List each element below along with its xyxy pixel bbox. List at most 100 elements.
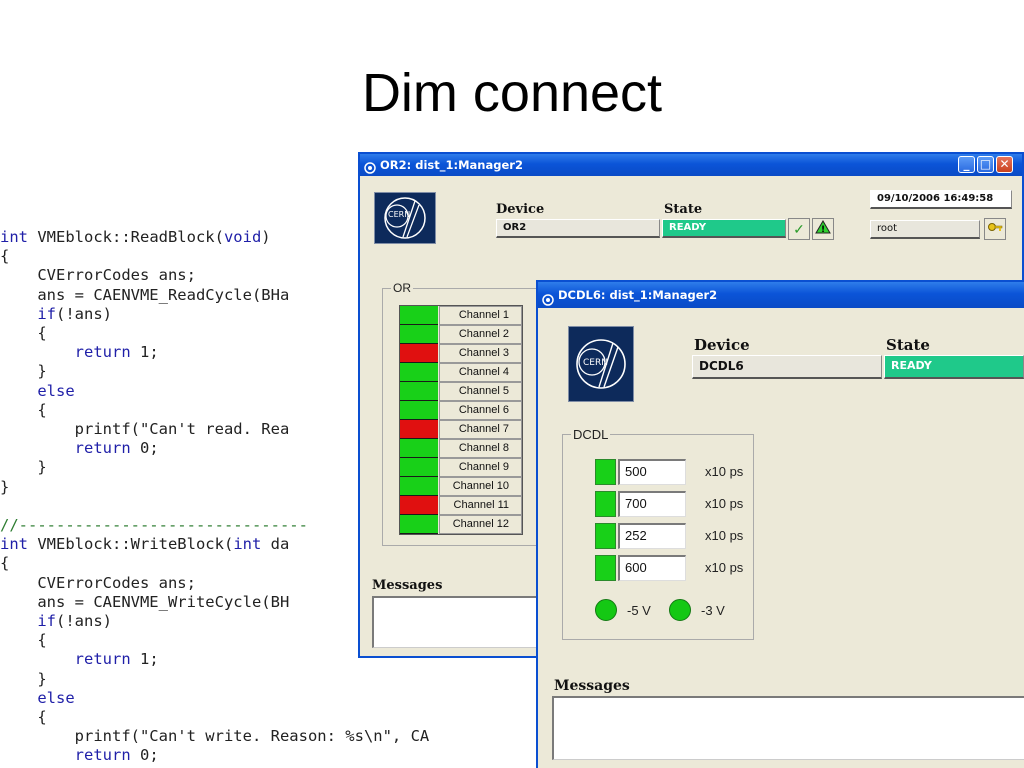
- code-line: }: [0, 669, 47, 688]
- dcdl6-messages-label: Messages: [554, 678, 630, 694]
- window-app-icon: [542, 289, 554, 306]
- channel-button[interactable]: Channel 8: [439, 439, 522, 458]
- delay-2-input[interactable]: 700: [618, 491, 686, 517]
- code-line: }: [0, 362, 47, 381]
- channel-button[interactable]: Channel 10: [439, 477, 522, 496]
- state-label: State: [664, 202, 703, 217]
- channel-row: Channel 2: [400, 325, 522, 344]
- or-groupbox: OR Channel 1 Channel 2 Channel 3 Channel 4C…: [382, 281, 540, 546]
- delay-4-input[interactable]: 600: [618, 555, 686, 581]
- or2-titlebar[interactable]: OR2: dist_1:Manager2 _ □ ✕: [360, 154, 1022, 176]
- channel-list: Channel 1 Channel 2 Channel 3 Channel 4 Chan…: [399, 305, 523, 535]
- code-line: int VMEblock::ReadBlock(void): [0, 228, 271, 246]
- dcdl6-title: DCDL6: dist_1:Manager2: [558, 288, 718, 302]
- channel-status-led: [400, 401, 438, 420]
- channel-row: Channel 6: [400, 401, 522, 420]
- code-line: CVErrorCodes ans;: [0, 573, 196, 592]
- delay-1-input[interactable]: 500: [618, 459, 686, 485]
- or2-title: OR2: dist_1:Manager2: [380, 158, 523, 172]
- channel-button[interactable]: Channel 9: [439, 458, 522, 477]
- code-line: }: [0, 458, 47, 477]
- channel-button[interactable]: Channel 1: [439, 306, 522, 325]
- channel-button[interactable]: Channel 11: [439, 496, 522, 515]
- delay-3-led: [595, 523, 616, 549]
- slide-title: Dim connect: [361, 63, 663, 123]
- channel-button[interactable]: Channel 6: [439, 401, 522, 420]
- channel-button[interactable]: Channel 5: [439, 382, 522, 401]
- code-line: }: [0, 477, 10, 496]
- code-line: printf("Can't write. Reason: %s\n", CA: [0, 727, 430, 746]
- code-line: return 0;: [74, 439, 159, 458]
- code-line: printf("Can't read. Rea: [0, 420, 290, 439]
- voltage-1-led: [595, 599, 617, 621]
- channel-button[interactable]: Channel 3: [439, 344, 522, 363]
- channel-status-led: [400, 306, 438, 325]
- code-line: ans = CAENVME_WriteCycle(BH: [0, 592, 290, 611]
- code-line: {: [0, 708, 47, 727]
- code-line: else: [37, 688, 75, 707]
- delay-1-unit: x10 ps: [705, 464, 744, 479]
- maximize-button[interactable]: □: [977, 156, 994, 173]
- delay-3-input[interactable]: 252: [618, 523, 686, 549]
- close-button[interactable]: ✕: [996, 156, 1013, 173]
- window-app-icon: [364, 159, 376, 174]
- code-line: return 1;: [74, 343, 159, 362]
- cern-logo-text: CERN: [583, 358, 608, 368]
- code-line: {: [0, 324, 47, 343]
- code-line: {: [0, 400, 47, 419]
- dcdl-group-label: DCDL: [571, 427, 611, 442]
- channel-button[interactable]: Channel 4: [439, 363, 522, 382]
- channel-status-led: [400, 477, 438, 496]
- code-line: int VMEblock::WriteBlock(int da: [0, 535, 290, 554]
- warning-icon[interactable]: !: [812, 218, 834, 240]
- delay-2-led: [595, 491, 616, 517]
- or2-messages-label: Messages: [372, 578, 443, 593]
- delay-2-unit: x10 ps: [705, 496, 744, 511]
- channel-status-led: [400, 439, 438, 458]
- key-icon[interactable]: [984, 218, 1006, 240]
- dcdl6-messages-area[interactable]: [552, 696, 1024, 760]
- or-group-label: OR: [391, 281, 413, 295]
- channel-button[interactable]: Channel 12: [439, 515, 522, 534]
- channel-row: Channel 12: [400, 515, 522, 534]
- state-field: READY: [662, 219, 786, 238]
- code-line: {: [0, 247, 10, 266]
- delay-4-unit: x10 ps: [705, 560, 744, 575]
- datetime-field: 09/10/2006 16:49:58: [870, 190, 1012, 209]
- voltage-2-label: -3 V: [701, 603, 725, 618]
- dcdl6-titlebar[interactable]: DCDL6: dist_1:Manager2: [538, 282, 1024, 308]
- code-line: if(!ans): [37, 612, 112, 631]
- channel-row: Channel 5: [400, 382, 522, 401]
- channel-row: Channel 1: [400, 306, 522, 325]
- channel-status-led: [400, 515, 438, 534]
- channel-button[interactable]: Channel 7: [439, 420, 522, 439]
- code-line: //-------------------------------: [0, 516, 308, 535]
- code-line: ans = CAENVME_ReadCycle(BHa: [0, 285, 290, 304]
- channel-button[interactable]: Channel 2: [439, 325, 522, 344]
- channel-status-led: [400, 496, 438, 515]
- voltage-1-label: -5 V: [627, 603, 651, 618]
- voltage-2-led: [669, 599, 691, 621]
- cern-logo-text: CERN: [388, 210, 411, 219]
- channel-row: Channel 11: [400, 496, 522, 515]
- code-line: return 1;: [74, 650, 159, 669]
- code-line: {: [0, 631, 47, 650]
- device-label: Device: [694, 336, 750, 354]
- code-line: return 0;: [74, 746, 159, 765]
- minimize-button[interactable]: _: [958, 156, 975, 173]
- dcdl-groupbox: DCDL 500 x10 ps 700 x10 ps 252 x10 ps 60…: [562, 427, 754, 640]
- code-line: else: [37, 381, 75, 400]
- user-field: root: [870, 220, 980, 239]
- channel-row: Channel 8: [400, 439, 522, 458]
- channel-status-led: [400, 420, 438, 439]
- cern-logo: CERN: [568, 326, 634, 402]
- state-field: READY: [884, 355, 1024, 379]
- device-label: Device: [496, 202, 545, 217]
- delay-3-unit: x10 ps: [705, 528, 744, 543]
- ok-check-icon[interactable]: ✓: [788, 218, 810, 240]
- delay-4-led: [595, 555, 616, 581]
- code-line: CVErrorCodes ans;: [0, 266, 196, 285]
- channel-row: Channel 10: [400, 477, 522, 496]
- cern-logo: CERN: [374, 192, 436, 244]
- channel-row: Channel 3: [400, 344, 522, 363]
